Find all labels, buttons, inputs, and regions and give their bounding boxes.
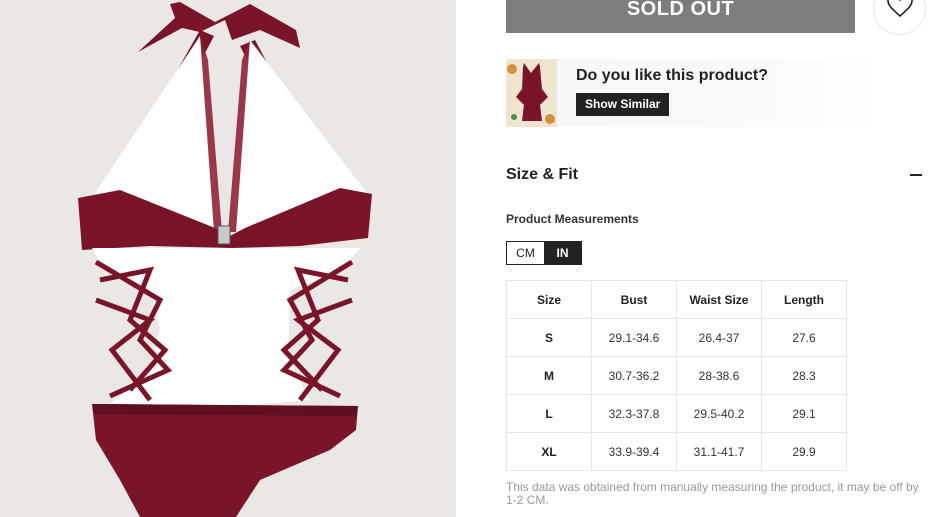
bust-cell: 33.9-39.4 <box>591 432 677 471</box>
sold-out-button[interactable]: SOLD OUT <box>506 0 855 33</box>
size-cell: L <box>506 394 592 433</box>
column-header-bust: Bust <box>591 280 677 319</box>
waist-cell: 28-38.6 <box>676 356 762 395</box>
size-cell: M <box>506 356 592 395</box>
size-fit-section-header[interactable]: Size & Fit <box>506 165 922 185</box>
wishlist-button[interactable] <box>873 0 926 35</box>
waist-cell: 29.5-40.2 <box>676 394 762 433</box>
table-row: L 32.3-37.8 29.5-40.2 29.1 <box>506 394 847 433</box>
product-image[interactable] <box>0 0 456 517</box>
waist-cell: 31.1-41.7 <box>676 432 762 471</box>
show-similar-button[interactable]: Show Similar <box>576 93 670 116</box>
product-measurements-label: Product Measurements <box>506 212 639 226</box>
unit-toggle: CM IN <box>506 241 582 265</box>
size-cell: S <box>506 318 592 357</box>
length-cell: 29.9 <box>761 432 847 471</box>
column-header-length: Length <box>761 280 847 319</box>
product-page: SOLD OUT Do you like this product? Show … <box>0 0 939 517</box>
measurement-disclaimer: This data was obtained from manually mea… <box>506 480 919 507</box>
table-row: M 30.7-36.2 28-38.6 28.3 <box>506 356 847 395</box>
unit-in-button[interactable]: IN <box>544 242 581 264</box>
column-header-size: Size <box>506 280 592 319</box>
product-details-panel: SOLD OUT Do you like this product? Show … <box>506 0 939 517</box>
bust-cell: 29.1-34.6 <box>591 318 677 357</box>
length-cell: 28.3 <box>761 356 847 395</box>
similar-prompt-title: Do you like this product? <box>576 67 769 84</box>
table-row: S 29.1-34.6 26.4-37 27.6 <box>506 318 847 357</box>
bust-cell: 32.3-37.8 <box>591 394 677 433</box>
table-header-row: Size Bust Waist Size Length <box>506 280 847 319</box>
similar-products-prompt: Do you like this product? Show Similar <box>506 59 886 127</box>
waist-cell: 26.4-37 <box>676 318 762 357</box>
product-thumbnail <box>506 59 557 127</box>
size-cell: XL <box>506 432 592 471</box>
length-cell: 29.1 <box>761 394 847 433</box>
unit-cm-button[interactable]: CM <box>507 242 544 264</box>
heart-icon <box>886 0 913 22</box>
size-table: Size Bust Waist Size Length S 29.1-34.6 … <box>506 280 847 471</box>
size-fit-title: Size & Fit <box>506 166 579 183</box>
minus-icon[interactable] <box>910 174 922 176</box>
swimsuit-illustration <box>0 0 456 517</box>
table-row: XL 33.9-39.4 31.1-41.7 29.9 <box>506 432 847 471</box>
column-header-waist: Waist Size <box>676 280 762 319</box>
length-cell: 27.6 <box>761 318 847 357</box>
bust-cell: 30.7-36.2 <box>591 356 677 395</box>
